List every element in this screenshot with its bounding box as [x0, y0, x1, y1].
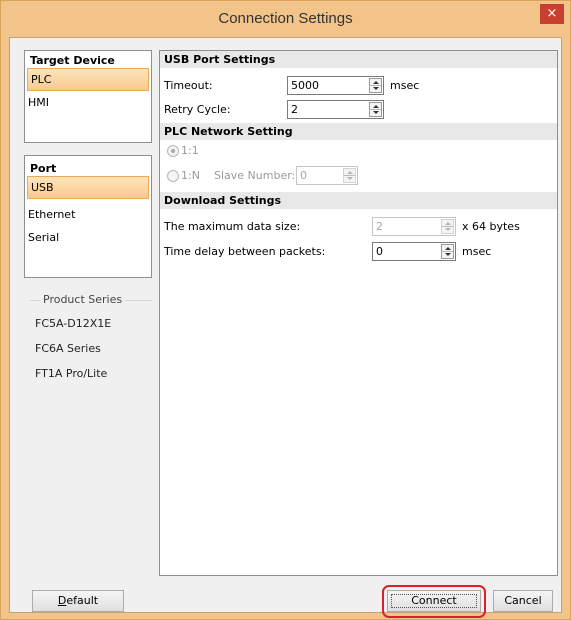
target-device-item-hmi[interactable]: HMI	[25, 91, 151, 114]
port-heading: Port	[30, 162, 57, 175]
target-device-list: Target Device PLC HMI	[24, 50, 152, 143]
target-device-item-plc[interactable]: PLC	[27, 68, 149, 91]
product-series-item: FT1A Pro/Lite	[35, 367, 108, 380]
cancel-button-label: Cancel	[504, 594, 542, 607]
target-device-heading: Target Device	[30, 54, 115, 67]
time-delay-value: 0	[376, 245, 383, 258]
timeout-value: 5000	[291, 79, 319, 92]
slave-number-label: Slave Number:	[214, 169, 296, 182]
usb-port-settings-heading: USB Port Settings	[160, 51, 557, 68]
connect-button[interactable]: Connect	[387, 590, 481, 612]
focus-rectangle	[391, 594, 477, 608]
timeout-spinner[interactable]: 5000	[287, 76, 384, 95]
max-data-size-spinner[interactable]: 2	[372, 217, 456, 236]
title-bar[interactable]: Connection Settings ×	[1, 1, 570, 37]
settings-panel: USB Port Settings Timeout: 5000 msec Ret…	[159, 50, 558, 576]
radio-1-n-label: 1:N	[181, 169, 200, 182]
close-button[interactable]: ×	[540, 4, 564, 24]
window-title: Connection Settings	[218, 10, 353, 27]
time-delay-spinner[interactable]: 0	[372, 242, 456, 261]
spinner-arrows-icon[interactable]	[369, 102, 382, 117]
product-series-group: Product Series FC5A-D12X1E FC6A Series F…	[30, 293, 152, 413]
default-button-label: efault	[66, 594, 99, 607]
radio-1-1-label: 1:1	[181, 144, 199, 157]
close-icon: ×	[546, 6, 558, 21]
port-list: Port USB Ethernet Serial	[24, 155, 152, 278]
product-series-item: FC5A-D12X1E	[35, 317, 112, 330]
spinner-arrows-icon[interactable]	[441, 219, 454, 234]
timeout-unit: msec	[390, 79, 420, 92]
spinner-arrows-icon[interactable]	[369, 78, 382, 93]
target-device-item-label: PLC	[31, 73, 52, 86]
default-button[interactable]: Default	[32, 590, 124, 612]
radio-1-1[interactable]	[167, 145, 179, 157]
retry-cycle-label: Retry Cycle:	[164, 103, 231, 116]
port-item-label: Ethernet	[28, 208, 76, 221]
max-data-size-value: 2	[376, 220, 383, 233]
max-data-size-label: The maximum data size:	[164, 220, 301, 233]
connection-settings-window: Connection Settings × Target Device PLC …	[0, 0, 571, 620]
timeout-label: Timeout:	[164, 79, 213, 92]
product-series-legend: Product Series	[40, 293, 126, 306]
product-series-item: FC6A Series	[35, 342, 101, 355]
max-data-size-unit: x 64 bytes	[462, 220, 520, 233]
port-item-usb[interactable]: USB	[27, 176, 149, 199]
spinner-arrows-icon[interactable]	[441, 244, 454, 259]
port-item-label: Serial	[28, 231, 60, 244]
retry-cycle-value: 2	[291, 103, 298, 116]
spinner-arrows-icon[interactable]	[343, 168, 356, 183]
target-device-item-label: HMI	[28, 96, 50, 109]
dialog-client-area: Target Device PLC HMI Port USB Ethernet …	[9, 37, 562, 618]
download-settings-heading: Download Settings	[160, 192, 557, 209]
slave-number-value: 0	[300, 169, 307, 182]
cancel-button[interactable]: Cancel	[493, 590, 553, 612]
retry-cycle-spinner[interactable]: 2	[287, 100, 384, 119]
time-delay-label: Time delay between packets:	[164, 245, 326, 258]
time-delay-unit: msec	[462, 245, 492, 258]
radio-1-n[interactable]	[167, 170, 179, 182]
port-item-serial[interactable]: Serial	[25, 226, 151, 249]
slave-number-spinner[interactable]: 0	[296, 166, 358, 185]
port-item-ethernet[interactable]: Ethernet	[25, 203, 151, 226]
plc-network-setting-heading: PLC Network Setting	[160, 123, 557, 140]
port-item-label: USB	[31, 181, 54, 194]
